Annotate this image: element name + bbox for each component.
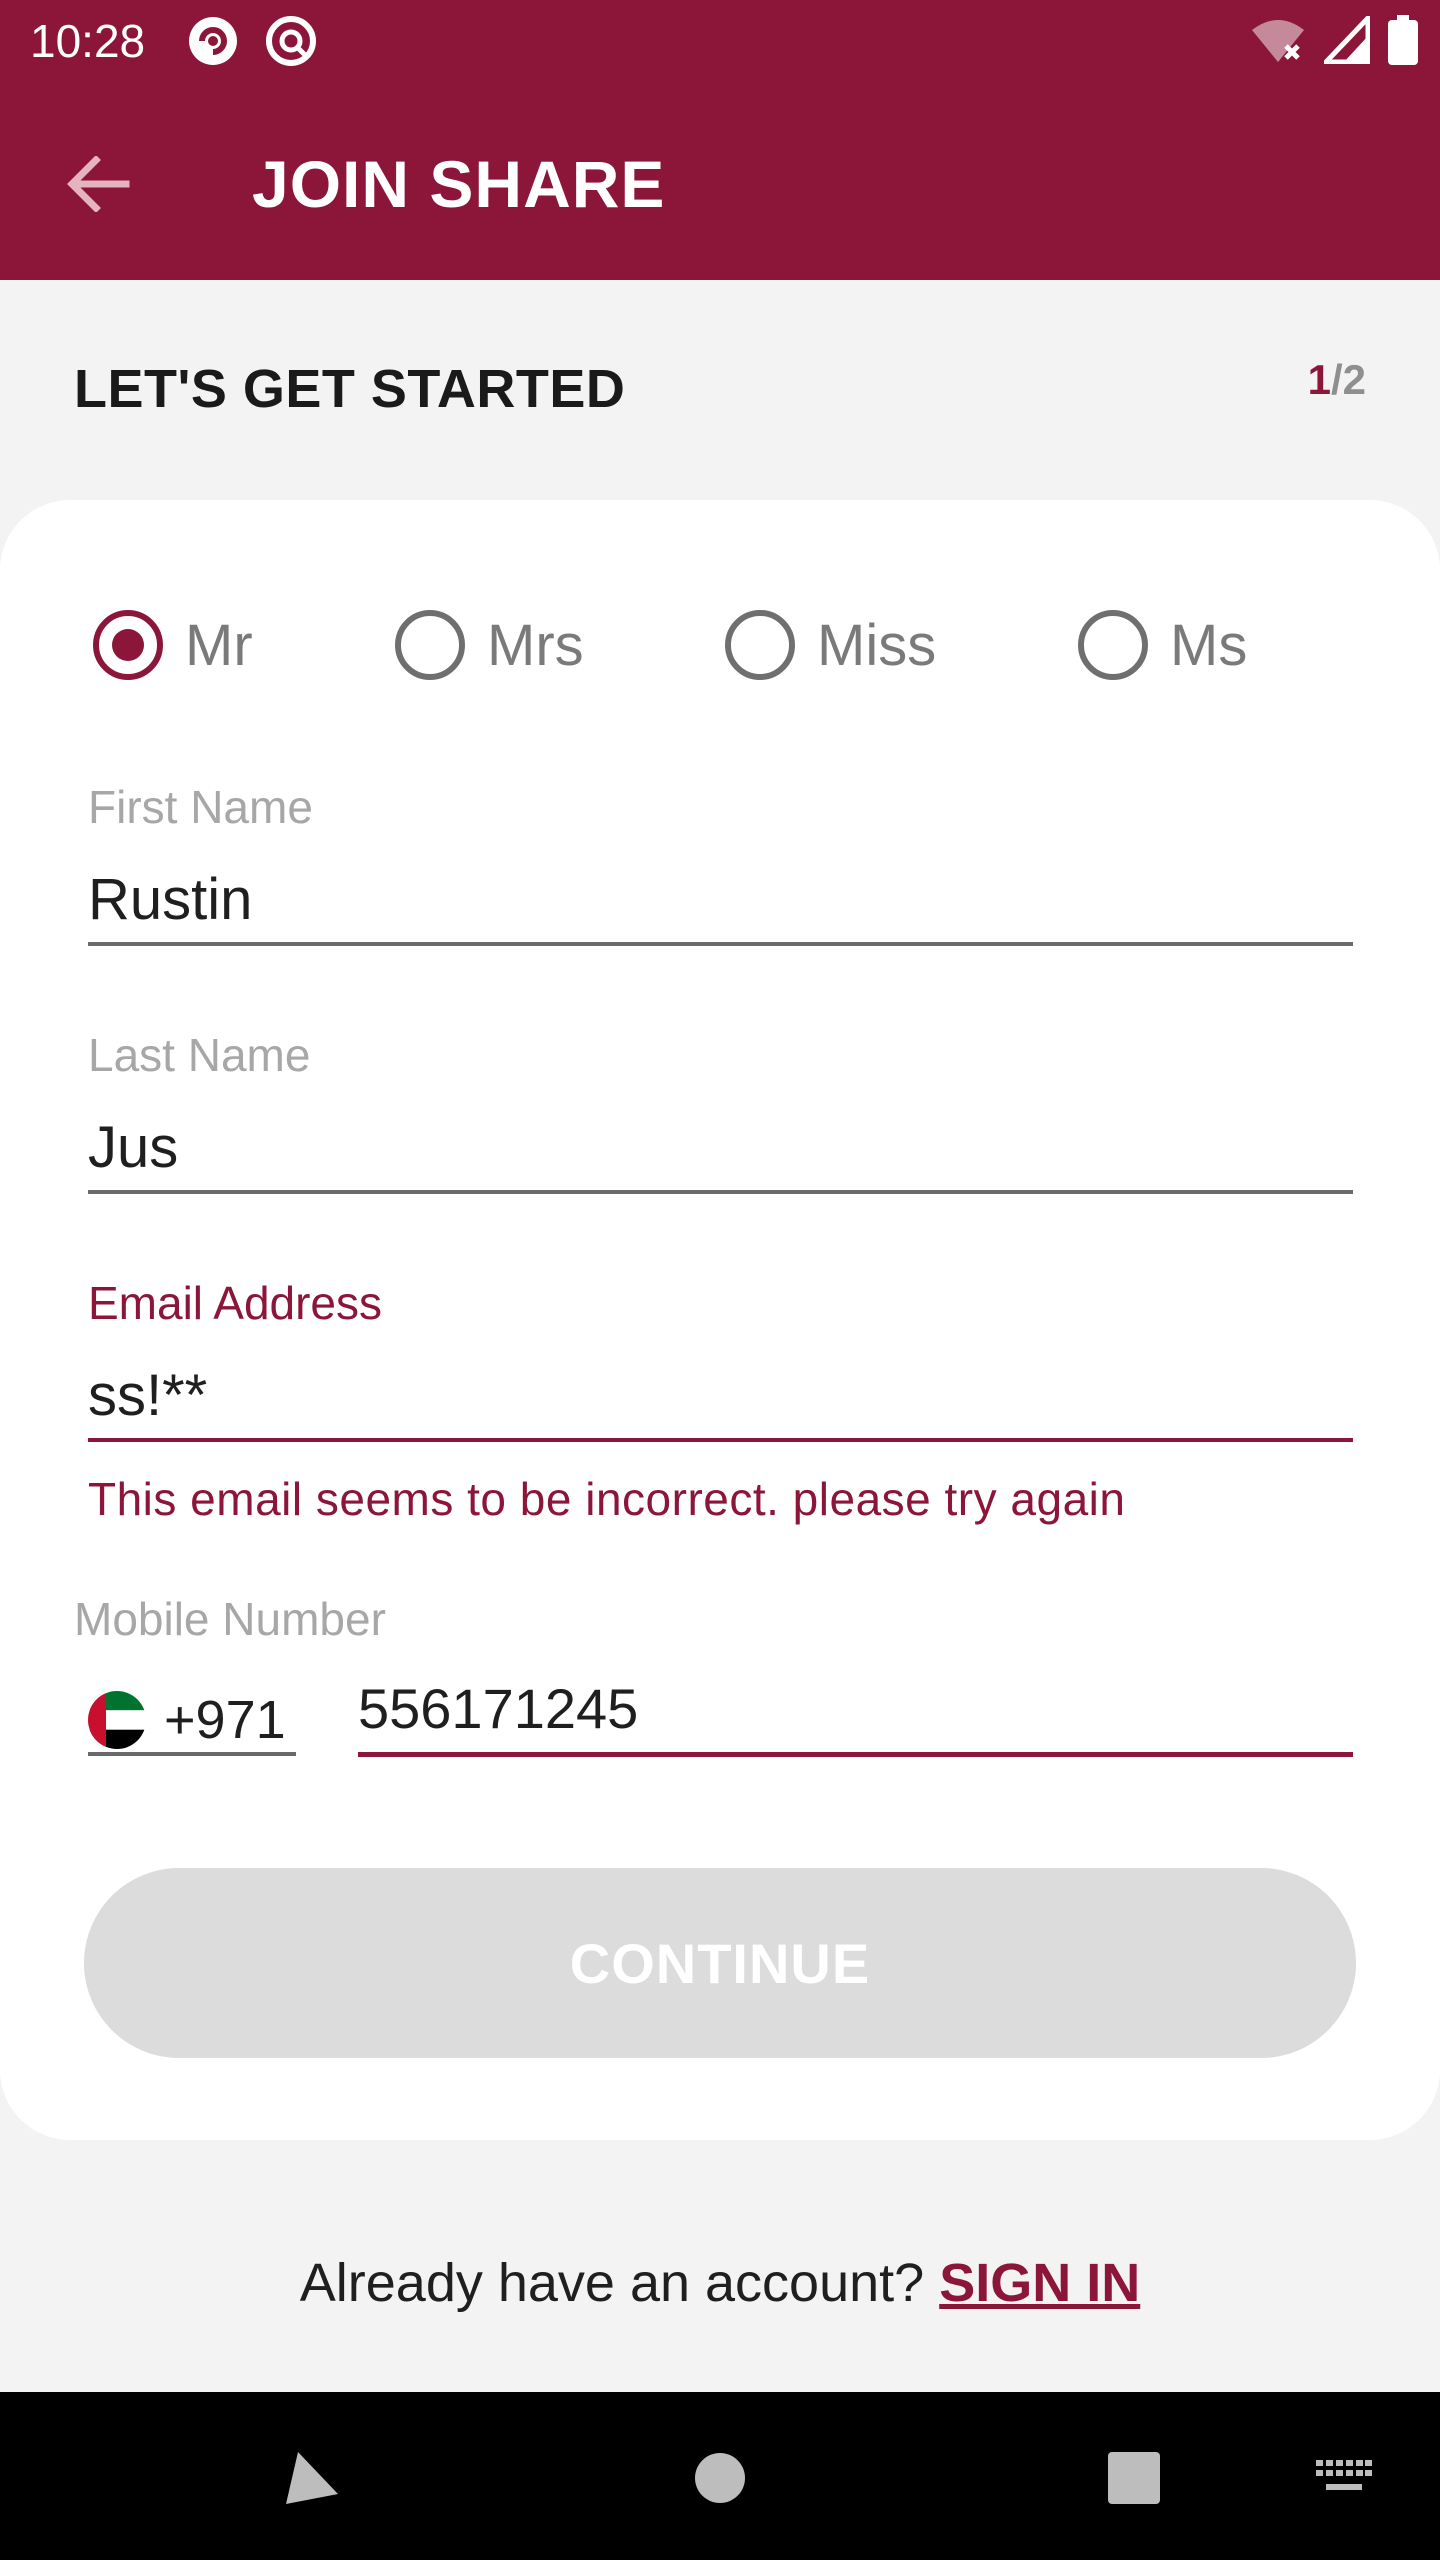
circle-home-icon [695,2453,745,2503]
square-recents-icon [1108,2452,1160,2504]
radio-mr[interactable]: Mr [93,600,253,690]
app-bar: JOIN SHARE [0,84,1440,280]
step-total: /2 [1330,356,1366,403]
first-name-underline [88,942,1353,946]
last-name-underline [88,1190,1353,1194]
arrow-left-icon [67,156,130,212]
country-code-underline [88,1752,296,1756]
app-notification-icon [186,14,240,68]
page-title: JOIN SHARE [252,147,666,221]
wifi-off-icon [1250,16,1306,69]
back-button[interactable] [58,144,138,224]
step-current: 1 [1307,356,1331,403]
signin-row: Already have an account? SIGN IN [0,2252,1440,2314]
radio-mrs[interactable]: Mrs [395,600,584,690]
nav-back-button[interactable] [260,2428,360,2528]
radio-unchecked-icon [725,610,795,680]
email-error-message: This email seems to be incorrect. please… [88,1473,1126,1525]
radio-label: Mr [185,612,253,678]
email-label: Email Address [88,1277,383,1329]
email-underline [88,1438,1353,1442]
first-name-input[interactable]: Rustin [88,866,252,933]
last-name-label: Last Name [88,1029,311,1081]
sign-in-link[interactable]: SIGN IN [939,2253,1140,2313]
radio-unchecked-icon [1078,610,1148,680]
mobile-label: Mobile Number [74,1593,386,1645]
uae-flag-icon [88,1691,146,1749]
mobile-number-input[interactable]: 556171245 [358,1676,638,1741]
title-radio-group: Mr Mrs Miss Ms [0,600,1440,690]
status-icons [1250,11,1418,70]
radio-ms[interactable]: Ms [1078,600,1247,690]
status-bar: 10:28 [0,0,1440,84]
radio-label: Mrs [487,612,584,678]
nav-recents-button[interactable] [1084,2428,1184,2528]
radio-miss[interactable]: Miss [725,600,936,690]
section-title: LET'S GET STARTED [74,359,626,419]
radio-label: Miss [817,612,937,678]
nav-keyboard-button[interactable] [1294,2428,1394,2528]
first-name-label: First Name [88,781,313,833]
keyboard-icon [1316,2460,1372,2490]
system-nav-bar [0,2392,1440,2560]
battery-icon [1388,14,1418,70]
last-name-input[interactable]: Jus [88,1114,178,1181]
mobile-number-underline [358,1752,1353,1757]
radio-unchecked-icon [395,610,465,680]
signin-prompt: Already have an account? [299,2253,940,2313]
status-time: 10:28 [30,15,146,67]
nav-home-button[interactable] [670,2428,770,2528]
radio-checked-icon [93,610,163,680]
signal-icon [1320,11,1371,69]
triangle-back-icon [286,2452,338,2504]
email-input[interactable]: ss!** [88,1362,207,1429]
sync-notification-icon [264,14,318,68]
country-code-picker[interactable]: +971 [88,1682,294,1758]
country-code-text: +971 [164,1690,286,1750]
step-indicator: 1/2 [1308,356,1366,404]
radio-label: Ms [1170,612,1248,678]
continue-button[interactable]: CONTINUE [84,1868,1356,2058]
